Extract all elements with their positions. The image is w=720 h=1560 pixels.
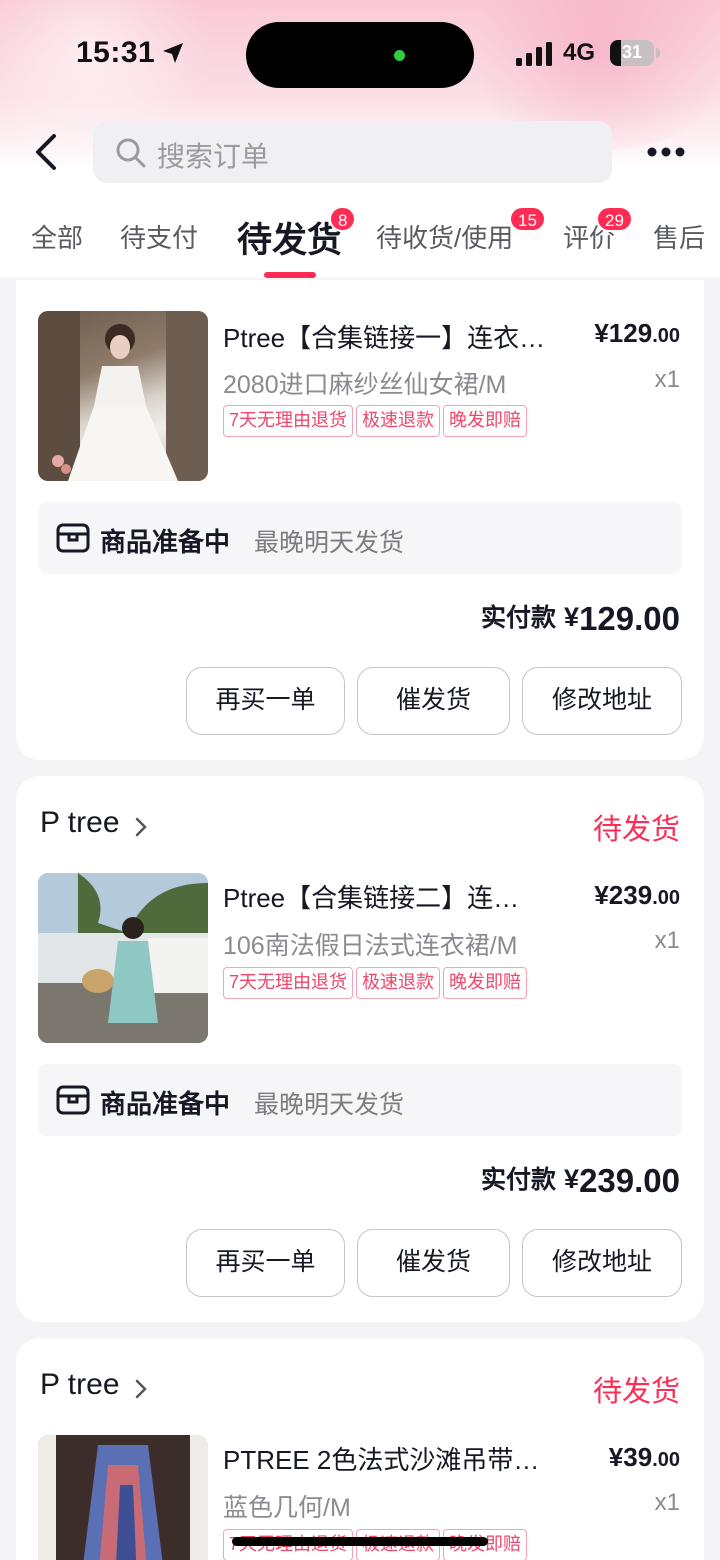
search-placeholder: 搜索订单 <box>157 141 270 172</box>
paid-label: 实付款 <box>481 604 557 632</box>
chevron-right-icon[interactable] <box>134 816 148 838</box>
service-tags: 7天无理由退货极速退款晚发即赔 <box>223 967 530 999</box>
location-arrow-icon <box>163 43 183 63</box>
package-box-icon <box>56 1085 90 1115</box>
tab-badge: 29 <box>596 206 633 232</box>
status-bar: 15:31 4G 31 <box>0 0 720 108</box>
tab-pending-receipt[interactable]: 待收货/使用 <box>376 218 513 255</box>
order-card: P tree 待发货 PTREE 2色法式沙滩吊带… ¥39.00 蓝色几何/M… <box>16 1338 704 1560</box>
prep-status-title: 商品准备中 <box>100 1089 231 1119</box>
dynamic-island <box>246 22 474 88</box>
tab-pending-payment[interactable]: 待支付 <box>120 218 198 255</box>
change-address-button[interactable]: 修改地址 <box>522 667 682 735</box>
product-quantity: x1 <box>654 927 680 954</box>
tag-late-compensation: 晚发即赔 <box>443 405 528 437</box>
battery-percent: 31 <box>621 42 643 62</box>
urge-shipment-button[interactable]: 催发货 <box>357 667 510 735</box>
product-spec: 2080进口麻纱丝仙女裙/M <box>223 371 507 399</box>
paid-amount: 129.00 <box>579 600 680 637</box>
tag-7-day-return: 7天无理由退货 <box>223 405 354 437</box>
product-image[interactable] <box>38 1435 208 1560</box>
product-quantity: x1 <box>654 1489 680 1516</box>
camera-indicator-dot <box>394 50 405 61</box>
currency-symbol: ¥ <box>594 318 609 348</box>
order-status: 待发货 <box>592 814 680 846</box>
price-cents: .00 <box>652 1449 680 1471</box>
paid-amount-row: 实付款 ¥129.00 <box>481 598 680 642</box>
currency-symbol: ¥ <box>594 880 609 910</box>
order-status-tabs: 全部 待支付 待发货 8 待收货/使用 15 评价 29 售后 <box>0 196 720 278</box>
shop-header: P tree 待发货 <box>40 1368 680 1408</box>
battery-icon: 31 <box>610 40 654 66</box>
change-address-button[interactable]: 修改地址 <box>522 1229 682 1297</box>
product-title[interactable]: Ptree【合集链接一】连衣… <box>223 318 553 355</box>
service-tags: 7天无理由退货极速退款晚发即赔 <box>223 405 530 437</box>
tag-7-day-return: 7天无理由退货 <box>223 967 354 999</box>
product-title[interactable]: PTREE 2色法式沙滩吊带… <box>223 1440 553 1477</box>
product-photo <box>38 873 208 1043</box>
tab-after-sales[interactable]: 售后 <box>653 218 705 255</box>
product-spec: 蓝色几何/M <box>223 1494 351 1522</box>
signal-icon <box>516 42 552 66</box>
tab-all[interactable]: 全部 <box>31 218 83 255</box>
price-cents: .00 <box>652 887 680 909</box>
price-main: 39 <box>623 1442 653 1472</box>
product-photo <box>38 311 208 481</box>
product-quantity: x1 <box>654 366 680 393</box>
network-type: 4G <box>563 39 596 66</box>
package-box-icon <box>56 523 90 553</box>
product-image[interactable] <box>38 311 208 481</box>
product-spec: 106南法假日法式连衣裙/M <box>223 932 518 960</box>
battery-cap <box>656 48 660 58</box>
prep-status-note: 最晚明天发货 <box>254 1091 405 1119</box>
search-icon <box>116 138 146 168</box>
prep-status-note: 最晚明天发货 <box>254 529 405 557</box>
tag-fast-refund: 极速退款 <box>356 405 441 437</box>
price-main: 129 <box>608 318 653 348</box>
more-icon[interactable] <box>646 146 686 158</box>
product-price: ¥39.00 <box>609 1442 680 1473</box>
tag-late-compensation: 晚发即赔 <box>443 967 528 999</box>
order-card: Ptree【合集链接一】连衣… ¥129.00 2080进口麻纱丝仙女裙/M x… <box>16 280 704 760</box>
shop-name[interactable]: P tree <box>40 806 120 840</box>
buy-again-button[interactable]: 再买一单 <box>186 1229 345 1297</box>
paid-amount: 239.00 <box>579 1162 680 1199</box>
price-main: 239 <box>608 880 653 910</box>
shop-header: P tree 待发货 <box>40 806 680 846</box>
price-cents: .00 <box>652 325 680 347</box>
tab-pending-shipment[interactable]: 待发货 <box>237 212 342 263</box>
search-input[interactable]: 搜索订单 <box>93 121 612 183</box>
product-photo <box>38 1435 208 1560</box>
shop-name[interactable]: P tree <box>40 1368 120 1402</box>
back-icon[interactable] <box>30 132 64 172</box>
chevron-right-icon[interactable] <box>134 1378 148 1400</box>
buy-again-button[interactable]: 再买一单 <box>186 667 345 735</box>
product-price: ¥239.00 <box>594 880 680 911</box>
product-image[interactable] <box>38 873 208 1043</box>
top-nav: 搜索订单 <box>0 118 720 186</box>
currency-symbol: ¥ <box>608 1442 624 1472</box>
order-status: 待发货 <box>592 1376 680 1408</box>
currency-symbol: ¥ <box>564 1164 580 1194</box>
tab-badge: 8 <box>329 206 357 232</box>
product-title[interactable]: Ptree【合集链接二】连… <box>223 878 553 915</box>
home-indicator[interactable] <box>232 1537 488 1546</box>
tab-badge: 15 <box>509 206 546 232</box>
product-price: ¥129.00 <box>594 318 680 349</box>
paid-amount-row: 实付款 ¥239.00 <box>481 1160 680 1204</box>
status-time: 15:31 <box>76 36 156 69</box>
order-card: P tree 待发货 Ptree【合集链接二】连… ¥239.00 106南法假… <box>16 776 704 1322</box>
tag-fast-refund: 极速退款 <box>356 967 441 999</box>
urge-shipment-button[interactable]: 催发货 <box>357 1229 510 1297</box>
shipping-status-box[interactable]: 商品准备中 最晚明天发货 <box>38 502 682 574</box>
active-tab-indicator <box>264 272 316 278</box>
prep-status-title: 商品准备中 <box>100 527 231 557</box>
currency-symbol: ¥ <box>564 602 580 632</box>
shipping-status-box[interactable]: 商品准备中 最晚明天发货 <box>38 1064 682 1136</box>
paid-label: 实付款 <box>481 1166 557 1194</box>
